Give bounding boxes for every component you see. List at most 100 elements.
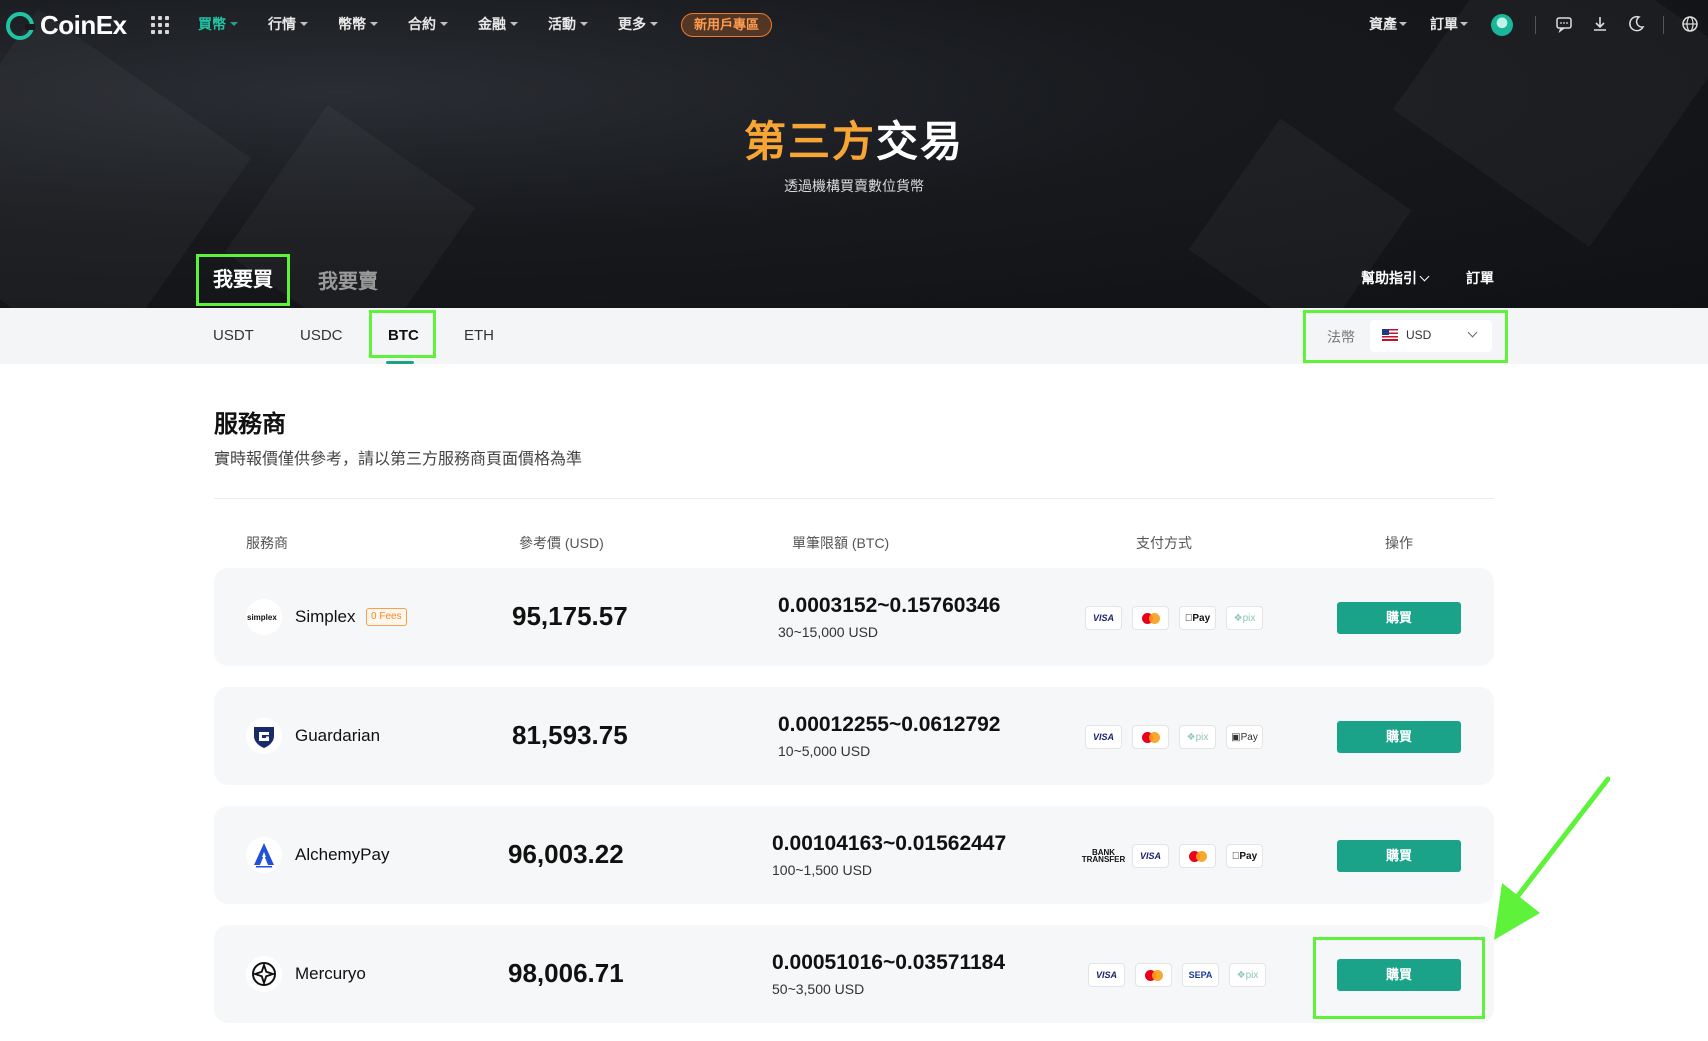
help-label: 幫助指引 [1361, 270, 1417, 286]
highlight-box [1313, 937, 1485, 1019]
menu-events[interactable]: 活動 [548, 14, 618, 34]
limit-usd: 50~3,500 USD [772, 981, 865, 997]
caret-down-icon [1460, 22, 1468, 26]
provider-row-simplex: simplex Simplex 0 Fees 95,175.57 0.00031… [214, 568, 1494, 666]
pix-glyph-icon: ❖ [1236, 969, 1246, 981]
payment-methods: BANK TRANSFER VISA Pay [1082, 844, 1263, 868]
payment-methods: VISA Pay ❖pix [1085, 606, 1263, 630]
menu-markets[interactable]: 行情 [268, 14, 338, 34]
pix-label: pix [1245, 969, 1259, 981]
chat-icon[interactable] [1554, 14, 1574, 34]
provider-name: Simplex [295, 607, 356, 626]
caret-down-icon [1399, 22, 1407, 26]
limit-range: 0.0003152~0.15760346 [778, 594, 1001, 617]
green-arrow-icon [1494, 776, 1610, 940]
chevron-down-icon [1419, 271, 1430, 281]
menu-label: 幣幣 [338, 16, 366, 32]
menu-label: 金融 [478, 16, 506, 32]
menu-label: 更多 [618, 16, 646, 32]
pix-label: pix [1195, 731, 1209, 743]
fee-badge: 0 Fees [366, 608, 407, 626]
logo-text: CoinEx [40, 10, 127, 40]
apple-pay-label: Pay [1188, 612, 1210, 624]
alchemypay-logo-icon [246, 837, 282, 873]
section-title: 服務商 [214, 411, 286, 438]
google-pay-icon: ▣ Pay [1226, 725, 1263, 749]
mercuryo-logo-icon [246, 956, 282, 992]
active-tab-indicator [386, 361, 414, 364]
menu-label: 活動 [548, 16, 576, 32]
assets-label: 資產 [1369, 16, 1397, 32]
orders-label: 訂單 [1430, 16, 1458, 32]
pix-icon: ❖ pix [1226, 606, 1263, 630]
fiat-value: USD [1406, 328, 1432, 342]
header-limit: 單筆限額 (BTC) [792, 535, 890, 551]
caret-down-icon [230, 22, 238, 26]
title-accent: 第三方 [743, 118, 876, 165]
moon-icon[interactable] [1626, 14, 1646, 34]
avatar[interactable] [1491, 14, 1513, 36]
limit-range: 0.00104163~0.01562447 [772, 832, 1007, 855]
simplex-logo-icon: simplex [246, 599, 282, 635]
menu-label: 買幣 [198, 16, 226, 32]
svg-text:simplex: simplex [247, 613, 277, 622]
header-action: 操作 [1385, 535, 1413, 551]
mastercard-icon [1132, 725, 1169, 749]
tab-sell[interactable]: 我要賣 [318, 265, 378, 294]
reference-price: 96,003.22 [508, 839, 624, 869]
provider-name: Mercuryo [295, 964, 366, 983]
buy-button[interactable]: 購買 [1337, 721, 1461, 753]
divider [214, 498, 1494, 499]
reference-price: 98,006.71 [508, 958, 624, 988]
page-title: 第三方交易 [0, 108, 1708, 169]
tab-usdt[interactable]: USDT [213, 327, 254, 344]
apple-glyph-icon:  [1185, 613, 1193, 624]
menu-buy-crypto[interactable]: 買幣 [198, 14, 268, 34]
page-subtitle: 透過機構買賣數位貨幣 [784, 178, 924, 194]
caret-down-icon [370, 22, 378, 26]
payment-methods: VISA SEPA ❖ pix [1088, 963, 1266, 987]
apple-pay-icon: Pay [1179, 606, 1216, 630]
orders-link[interactable]: 訂單 [1466, 268, 1494, 288]
guardarian-logo-icon [246, 718, 282, 754]
provider-row-alchemypay: AlchemyPay 96,003.22 0.00104163~0.015624… [214, 806, 1494, 904]
provider-name: Guardarian [295, 726, 381, 745]
new-user-button[interactable]: 新用戶專區 [681, 13, 773, 37]
globe-icon[interactable] [1680, 14, 1700, 34]
visa-icon: VISA [1132, 844, 1169, 868]
menu-finance[interactable]: 金融 [478, 14, 548, 34]
menu-spot[interactable]: 幣幣 [338, 14, 408, 34]
tab-buy[interactable]: 我要買 [196, 254, 290, 306]
highlight-box [369, 310, 436, 358]
coinex-logo[interactable]: CoinEx [6, 10, 127, 41]
menu-futures[interactable]: 合約 [408, 14, 478, 34]
tab-eth[interactable]: ETH [464, 327, 494, 344]
pix-glyph-icon: ❖ [1233, 612, 1243, 624]
assets-menu[interactable]: 資產 [1369, 14, 1407, 34]
grid-menu-icon[interactable] [151, 16, 169, 34]
header-provider: 服務商 [246, 535, 288, 551]
tab-usdc[interactable]: USDC [300, 327, 343, 344]
visa-icon: VISA [1085, 606, 1122, 630]
mastercard-icon [1135, 963, 1172, 987]
main-menu: 買幣 行情 幣幣 合約 金融 活動 更多 [198, 14, 688, 34]
limit-usd: 100~1,500 USD [772, 862, 873, 878]
google-pay-label: Pay [1240, 731, 1258, 743]
orders-menu[interactable]: 訂單 [1430, 14, 1468, 34]
g-glyph-icon: ▣ [1231, 731, 1241, 743]
visa-icon: VISA [1088, 963, 1125, 987]
caret-down-icon [510, 22, 518, 26]
menu-more[interactable]: 更多 [618, 14, 688, 34]
section-subtitle: 實時報價僅供參考，請以第三方服務商頁面價格為準 [214, 451, 583, 468]
download-icon[interactable] [1590, 14, 1610, 34]
help-guide-menu[interactable]: 幫助指引 [1361, 268, 1430, 288]
buy-button[interactable]: 購買 [1337, 602, 1461, 634]
mastercard-icon [1179, 844, 1216, 868]
fiat-currency-select[interactable]: USD [1370, 320, 1492, 352]
sepa-icon: SEPA [1182, 963, 1219, 987]
buy-button[interactable]: 購買 [1337, 840, 1461, 872]
limit-usd: 30~15,000 USD [778, 624, 879, 640]
limit-range: 0.00012255~0.0612792 [778, 713, 1001, 736]
limit-usd: 10~5,000 USD [778, 743, 871, 759]
payment-methods: VISA ❖ pix ▣ Pay [1085, 725, 1263, 749]
